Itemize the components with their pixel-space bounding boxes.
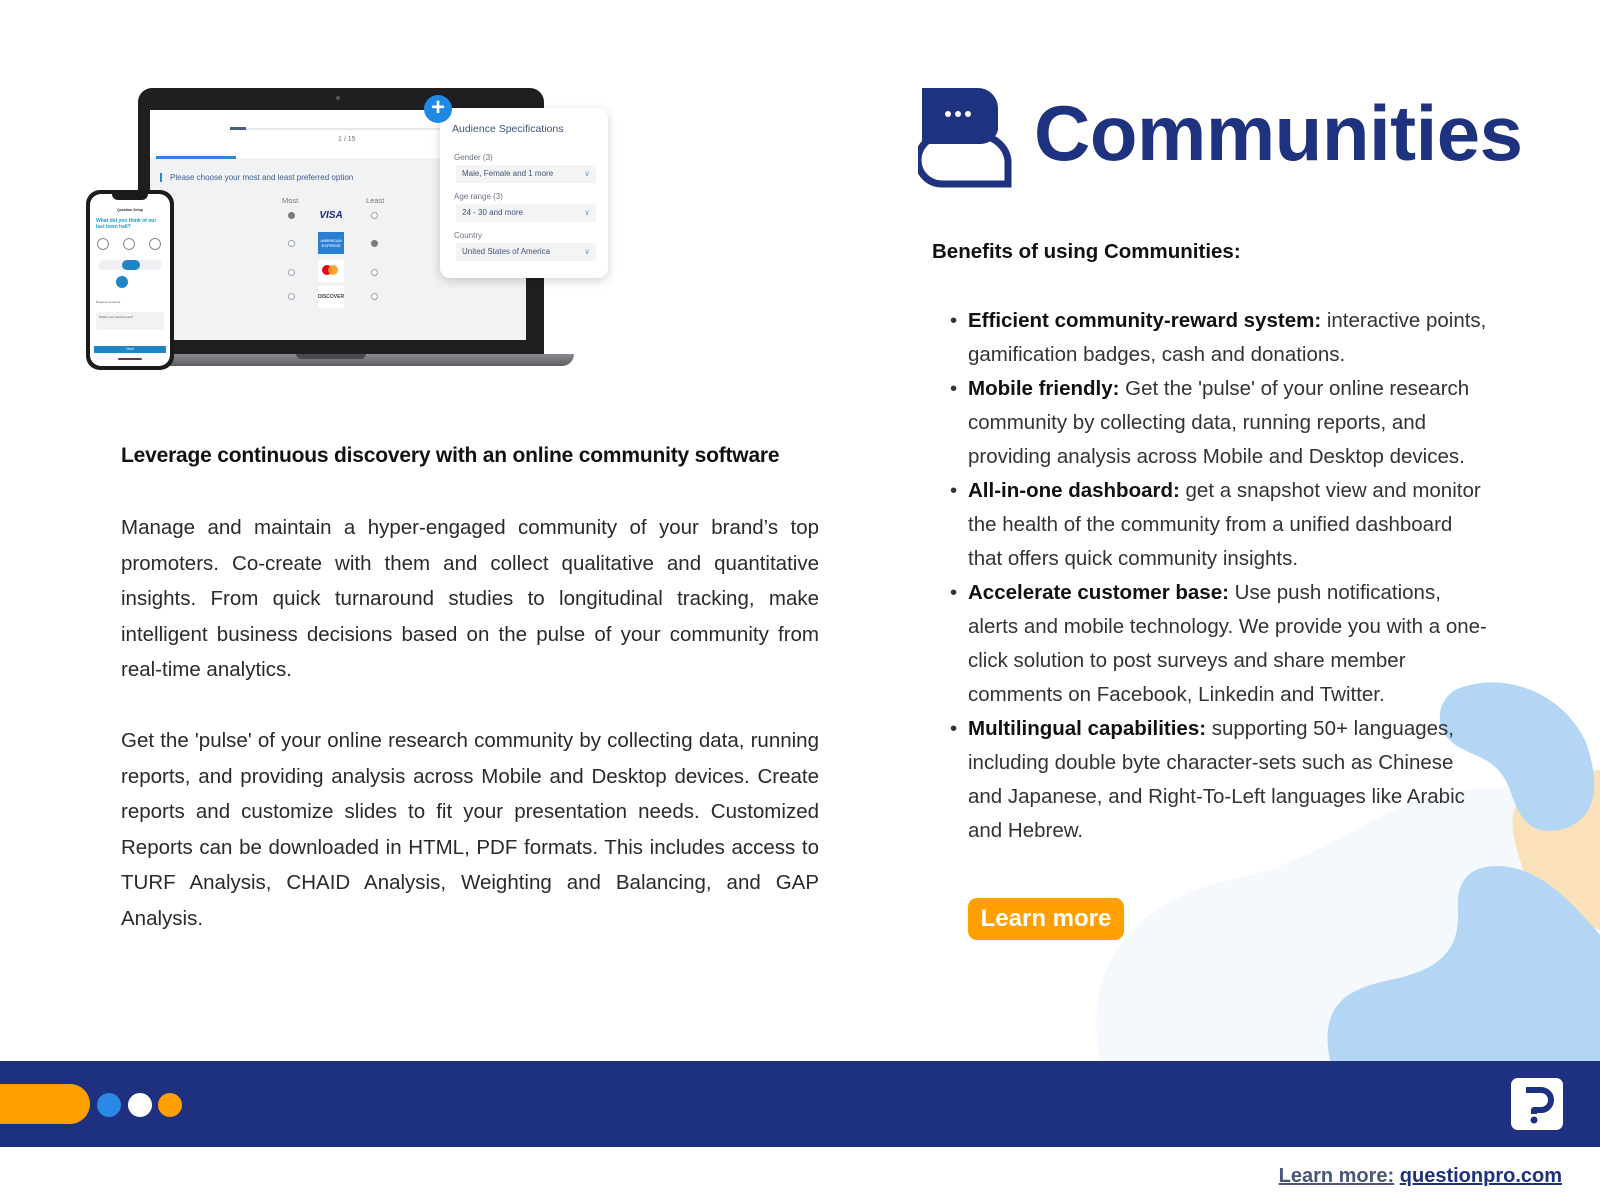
page-counter: 1 / 15 <box>338 136 356 143</box>
audience-specifications-card: Audience Specifications Gender (3) Male,… <box>440 108 608 278</box>
bullet-icon: • <box>950 717 958 740</box>
decorative-dot-orange <box>158 1093 182 1117</box>
intro-paragraph: Manage and maintain a hyper-engaged comm… <box>121 516 819 681</box>
neutral-face-icon[interactable] <box>123 238 135 250</box>
radio-most-4[interactable] <box>288 293 295 300</box>
next-button[interactable]: Next <box>94 346 166 353</box>
benefits-list: • Efficient community-reward system: inte… <box>948 304 1488 848</box>
questionpro-logo-icon <box>1511 1078 1563 1130</box>
chevron-down-icon: ∨ <box>584 169 590 178</box>
radio-least-2[interactable] <box>371 240 378 247</box>
benefit-item: • Accelerate customer base: Use push noti… <box>948 576 1488 712</box>
lead-heading: Leverage continuous discovery with an on… <box>121 444 780 467</box>
gender-label: Gender (3) <box>454 153 493 162</box>
benefits-heading: Benefits of using Communities: <box>932 240 1241 263</box>
laptop-camera <box>336 96 340 100</box>
bullet-icon: • <box>950 479 958 502</box>
radio-least-4[interactable] <box>371 293 378 300</box>
phone: Question Setup What did you think of our… <box>86 190 174 370</box>
chat-bubbles-icon <box>918 88 1012 188</box>
footer-learn-more-link[interactable]: Learn more: questionpro.com <box>1279 1165 1562 1188</box>
questionpro-link[interactable]: questionpro.com <box>1400 1165 1562 1187</box>
bullet-icon: • <box>950 581 958 604</box>
benefit-item: • Efficient community-reward system: inte… <box>948 304 1488 372</box>
bullet-icon: • <box>950 309 958 332</box>
comment-field[interactable]: What's your favorite part? <box>96 312 164 330</box>
scale-toggle[interactable] <box>116 276 128 288</box>
mastercard-logo <box>318 260 344 282</box>
benefit-item: • Mobile friendly: Get the 'pulse' of you… <box>948 372 1488 474</box>
column-least: Least <box>366 196 385 205</box>
plus-icon[interactable]: + <box>424 95 452 123</box>
age-range-select[interactable]: 24 - 30 and more ∨ <box>456 204 596 222</box>
decorative-dot-white <box>128 1093 152 1117</box>
bullet-icon: • <box>950 377 958 400</box>
details-paragraph: Get the 'pulse' of your online research … <box>121 729 819 930</box>
decorative-dot-blue <box>97 1093 121 1117</box>
survey-question: Please choose your most and least prefer… <box>160 173 353 182</box>
sad-face-icon[interactable] <box>97 238 109 250</box>
question-type-toggle[interactable] <box>98 260 162 270</box>
learn-more-button[interactable]: Learn more <box>968 898 1124 940</box>
active-tab-indicator <box>156 156 236 159</box>
chevron-down-icon: ∨ <box>584 208 590 217</box>
amex-logo: AMERICAN EXPRESS <box>318 232 344 254</box>
column-most: Most <box>282 196 299 205</box>
radio-most-3[interactable] <box>288 269 295 276</box>
footer-bar <box>0 1061 1600 1147</box>
decorative-pill <box>0 1084 90 1124</box>
gender-select[interactable]: Male, Female and 1 more ∨ <box>456 165 596 183</box>
age-range-label: Age range (3) <box>454 192 503 201</box>
phone-question: What did you think of our last town hall… <box>96 218 157 230</box>
visa-logo: VISA <box>319 209 343 221</box>
phone-screen: Question Setup What did you think of our… <box>90 194 170 366</box>
phone-title: Question Setup <box>117 208 143 212</box>
radio-most-2[interactable] <box>288 240 295 247</box>
radio-least-1[interactable] <box>371 212 378 219</box>
chevron-down-icon: ∨ <box>584 247 590 256</box>
radio-most-1[interactable] <box>288 212 295 219</box>
survey-progress-fill <box>230 127 247 130</box>
audience-title: Audience Specifications <box>452 123 564 135</box>
benefit-item: • All-in-one dashboard: get a snapshot vi… <box>948 474 1488 576</box>
discover-logo: DISCOVER <box>318 286 344 308</box>
country-select[interactable]: United States of America ∨ <box>456 243 596 261</box>
product-title: Communities <box>1034 89 1523 177</box>
survey-progress <box>230 127 460 130</box>
benefit-item: • Multilingual capabilities: supporting 5… <box>948 712 1488 848</box>
happy-face-icon[interactable] <box>149 238 161 250</box>
radio-least-3[interactable] <box>371 269 378 276</box>
country-label: Country <box>454 231 483 240</box>
request-comment-label: Request comment <box>96 300 121 304</box>
device-mockup-image: 1 / 15 Please choose your most and least… <box>84 86 624 386</box>
